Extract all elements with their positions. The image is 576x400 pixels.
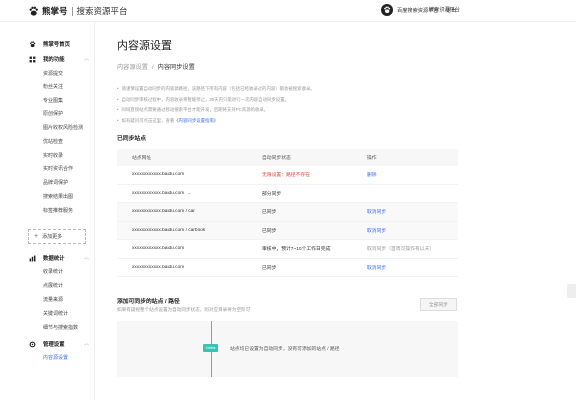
chevron-up-icon[interactable]: ︿ [84,340,89,347]
plus-icon: + [34,233,39,240]
sidebar-item-keyword-stats[interactable]: 关键词统计 [43,310,68,317]
sidebar-item-gallery[interactable]: 专业图集 [43,97,63,104]
delete-link[interactable]: 删除 [367,171,458,178]
chevron-down-icon[interactable]: ⌄ [187,191,191,196]
add-sites-subtitle: 如果有疑视整个站点设置为自动同步状态，则对应目录将为空阶可 [117,307,251,312]
logout-link[interactable]: 退出 [446,7,456,14]
guide-link[interactable]: 《内容同步设置指南》 [174,118,218,123]
sidebar-item-site-check[interactable]: 优站检查 [43,138,63,145]
sync-status: 审核中，预计7~10个工作日完成 [262,247,331,253]
sidebar: 熊掌号首页 我的功能 ︿ 资源提交 粉丝关注 专业图集 原创保护 图片收权风险检… [0,22,95,400]
breadcrumb-separator: / [151,64,154,71]
synced-sites-title: 已同步站点 [117,136,146,142]
sidebar-item-search-index[interactable]: 细节与搜索指数 [43,324,78,331]
sidebar-item-realtime-news[interactable]: 实时资讯合作 [43,165,73,172]
notice-item: • 如有疑问可点击这里，查看《内容同步设置指南》 [117,117,219,123]
avatar[interactable] [381,4,393,16]
sidebar-item-realtime-index[interactable]: 实时收录 [43,152,63,159]
sidebar-item-search-image[interactable]: 搜索结果出图 [43,193,73,200]
column-header-action: 操作 [367,156,377,161]
sidebar-item-brand-protect[interactable]: 品牌词保护 [43,179,68,186]
sidebar-section-home[interactable]: 熊掌号首页 [29,40,70,48]
site-url: xxxxxxxxxxxx.baidu.com / carbook [132,227,206,233]
chevron-up-icon[interactable]: ︿ [84,55,89,62]
sidebar-section-label: 我的功能 [43,57,65,63]
breadcrumb-item[interactable]: 内容源设置 [117,64,148,71]
add-sites-title: 添加可同步的站点 / 路径 [117,299,180,305]
sidebar-item-display-stats[interactable]: 点展统计 [43,282,63,289]
timeline-badge: 1bbbs [203,344,218,352]
brand-name: 熊掌号 [42,6,68,16]
add-more-button[interactable]: + 添加更多 [28,229,86,244]
sync-status: 已同步 [262,265,277,271]
sync-status: 部分同步 [262,191,282,197]
sidebar-section-label: 熊掌号首页 [43,42,70,48]
sync-status: 无限设置：路径不存在 [262,173,310,179]
paw-icon [384,6,391,13]
notice-list: • 请谨慎设置自动同步的内容源路径，该路径下所有内容（包括已经收录过的内容）都会被… [117,84,315,126]
site-url: xxxxxxxxxxxx.baidu.com [132,264,185,270]
side-scroll-tab[interactable] [567,284,576,298]
site-url: xxxxxxxxxxxx.baidu.com [132,190,185,196]
brand-subtitle: 搜索资源平台 [76,6,128,16]
sidebar-section-functions[interactable]: 我的功能 ︿ [29,55,89,63]
notice-item: • 请谨慎设置自动同步的内容源路径，该路径下所有内容（包括已经收录过的内容）都会被… [117,86,315,91]
chart-icon [29,255,36,261]
table-row: xxxxxxxxxxxx.baidu.com / car 已同步 取消同步 [117,203,458,222]
site-url: xxxxxxxxxxxx.baidu.com [132,246,185,252]
sync-all-button[interactable]: 全部同步 [420,298,457,311]
grid-icon [29,56,36,62]
synced-sites-table: 站点网址 自动同步状态 操作 xxxxxxxxxxxx.baidu.com 无限… [117,149,458,277]
table-row[interactable]: xxxxxxxxxxxx.baidu.com ⌄ 部分同步 [117,185,458,203]
empty-state-text: 站点均已设置为自动同步，没有可添加的站点 / 路径 [230,347,340,352]
column-header-site: 站点网址 [132,156,152,161]
gear-icon [29,341,36,347]
table-header: 站点网址 自动同步状态 操作 [117,149,458,166]
empty-state: 1bbbs 站点均已设置为自动同步，没有可添加的站点 / 路径 [117,321,458,377]
brand-divider [71,6,73,16]
add-more-label: 添加更多 [42,234,63,240]
sidebar-item-original-protect[interactable]: 原创保护 [43,110,63,117]
page-title: 内容源设置 [117,40,172,52]
paw-icon [29,40,36,47]
table-row: xxxxxxxxxxxx.baidu.com 已同步 取消同步 [117,259,458,277]
table-row: xxxxxxxxxxxx.baidu.com / carbook 已同步 取消同… [117,221,458,240]
sidebar-section-settings[interactable]: 管理设置 ︿ [29,340,89,348]
column-header-status: 自动同步状态 [262,156,291,161]
cancel-sync-link[interactable]: 取消同步 [367,264,458,271]
sidebar-item-fans[interactable]: 粉丝关注 [43,83,63,90]
cancel-sync-disabled: 取消同步（首周可操作有以天） [367,247,435,253]
breadcrumb: 内容源设置 / 内容同步设置 [117,62,195,71]
notice-item: • 同域直接站点需要通过移动搜索平台才能开发，后期将支持PC资源的收录。 [117,107,269,112]
header-divider [441,7,442,13]
site-url-group[interactable]: xxxxxxxxxxxx.baidu.com ⌄ [117,191,262,196]
top-bar: 熊掌号 搜索资源平台 搜索资源平台 百度搜索资源平台 退出 [0,0,576,22]
table-row: xxxxxxxxxxxx.baidu.com 审核中，预计7~10个工作日完成 … [117,240,458,259]
sidebar-section-label: 管理设置 [43,342,65,348]
sidebar-section-stats[interactable]: 数据统计 ︿ [29,254,89,262]
site-url: xxxxxxxxxxxx.baidu.com / car [132,209,195,215]
chevron-up-icon[interactable]: ︿ [84,254,89,261]
user-name[interactable]: 百度搜索资源平台 [397,7,439,14]
logo[interactable]: 熊掌号 搜索资源平台 [28,5,128,17]
sidebar-item-traffic-source[interactable]: 流量来源 [43,296,63,303]
paw-icon [29,6,38,16]
sync-status: 已同步 [262,210,277,216]
sidebar-item-tag-service[interactable]: 标签推荐服务 [43,207,73,214]
sync-status: 已同步 [262,228,277,234]
table-row: xxxxxxxxxxxx.baidu.com 无限设置：路径不存在 删除 [117,166,458,185]
breadcrumb-current: 内容同步设置 [157,64,195,71]
notice-item: • 自动同步审核过程中，内容收录将暂缓停止，30天内只能进行一次内容自动同步设置。 [117,96,289,102]
sidebar-item-image-risk[interactable]: 图片收权风险检测 [43,124,83,131]
sidebar-item-content-source[interactable]: 内容源设置 [43,354,68,361]
cancel-sync-link[interactable]: 取消同步 [367,227,458,234]
sidebar-item-resource-submit[interactable]: 资源提交 [43,70,63,77]
sidebar-item-index-stats[interactable]: 收录统计 [43,268,63,275]
cancel-sync-link[interactable]: 取消同步 [367,208,458,215]
site-url: xxxxxxxxxxxx.baidu.com [132,172,185,178]
sidebar-section-label: 数据统计 [43,256,65,262]
